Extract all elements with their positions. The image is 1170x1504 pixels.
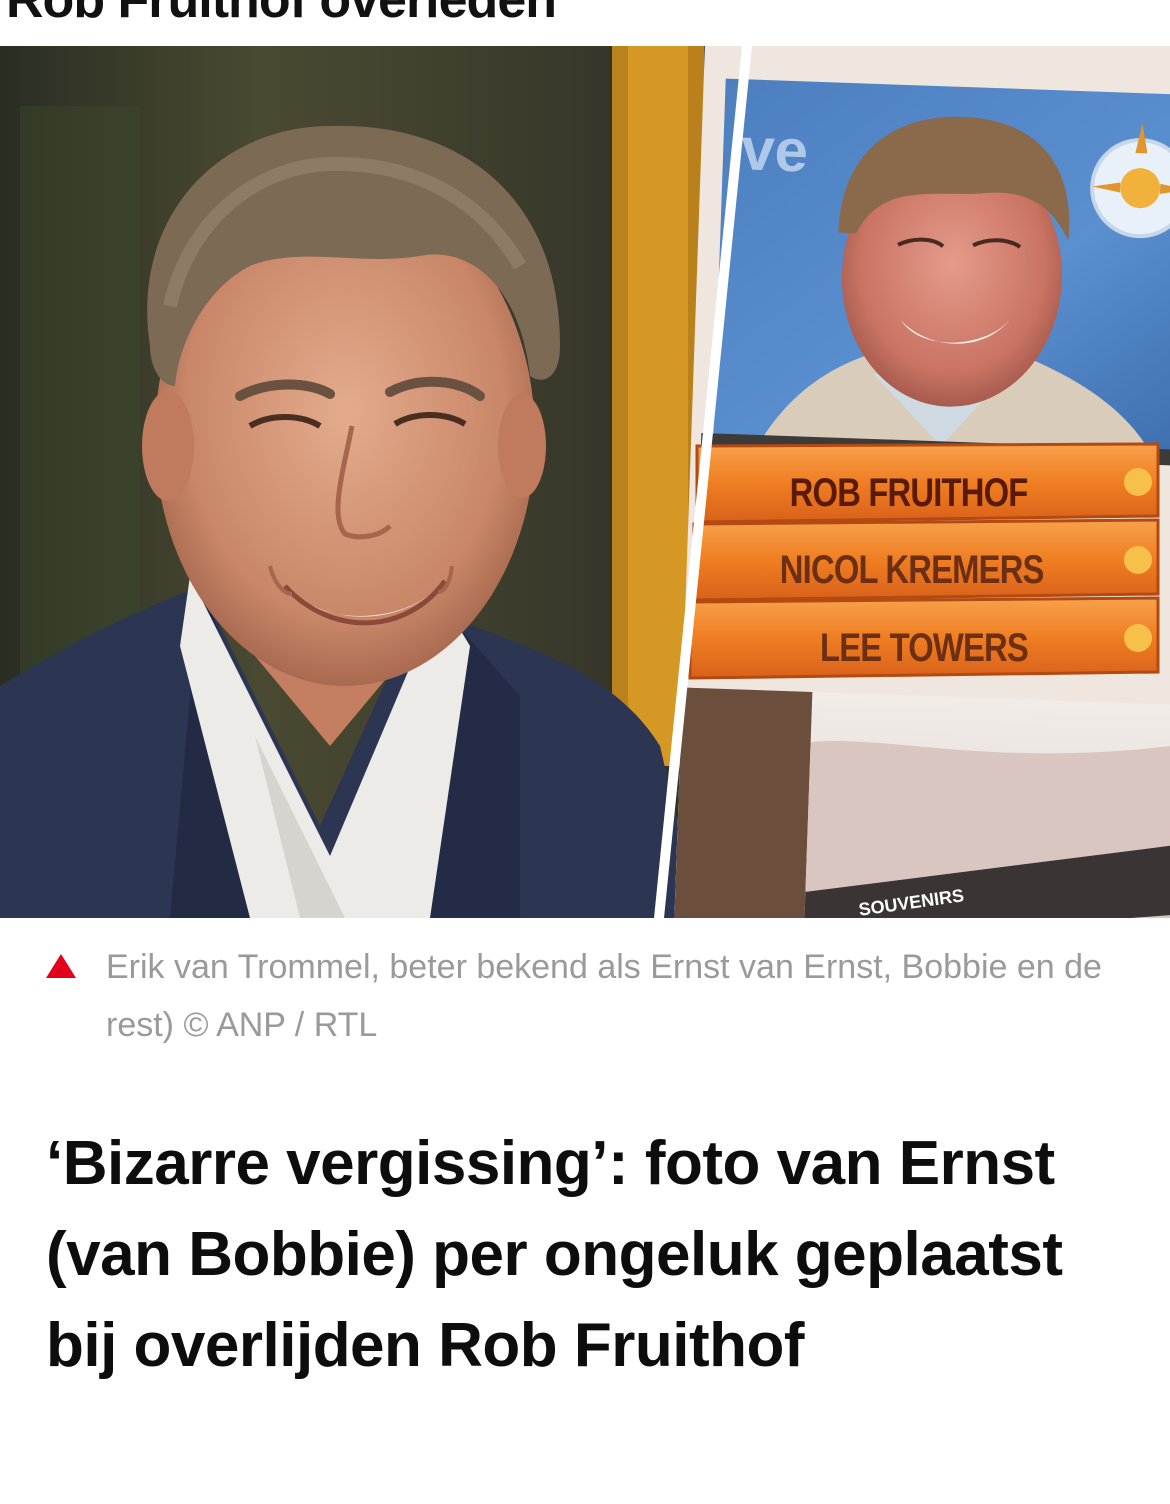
photo-composite: SOUVENIRS ve ROB FRUITHOF NICOL KREMERS …	[0, 46, 1170, 918]
photo-caption: Erik van Trommel, beter bekend als Ernst…	[46, 938, 1136, 1054]
sun-icon	[1124, 624, 1152, 652]
name-panel-label-3: LEE TOWERS	[820, 625, 1028, 670]
name-panel-list: ROB FRUITHOF NICOL KREMERS LEE TOWERS	[688, 442, 1160, 680]
name-panel-3: LEE TOWERS	[688, 596, 1160, 680]
article-photo[interactable]: SOUVENIRS ve ROB FRUITHOF NICOL KREMERS …	[0, 46, 1170, 918]
name-panel-2: NICOL KREMERS	[692, 518, 1160, 602]
previous-headline-cropped: Rob Fruithof overleden	[0, 0, 1170, 46]
article-headline[interactable]: ‘Bizarre vergissing’: foto van Ernst (va…	[46, 1118, 1136, 1391]
name-panel-1: ROB FRUITHOF	[695, 442, 1160, 524]
screen-logo-text: ve	[740, 115, 809, 184]
previous-headline-text: Rob Fruithof overleden	[6, 0, 557, 29]
caption-triangle-icon	[46, 954, 76, 978]
sun-icon	[1124, 468, 1152, 496]
sun-icon	[1124, 546, 1152, 574]
name-panel-label-2: NICOL KREMERS	[780, 547, 1044, 592]
article-page: Rob Fruithof overleden SOUVENIRS ve ROB …	[0, 0, 1170, 1504]
caption-text: Erik van Trommel, beter bekend als Ernst…	[106, 948, 1102, 1044]
name-panel-label-1: ROB FRUITHOF	[790, 470, 1028, 515]
